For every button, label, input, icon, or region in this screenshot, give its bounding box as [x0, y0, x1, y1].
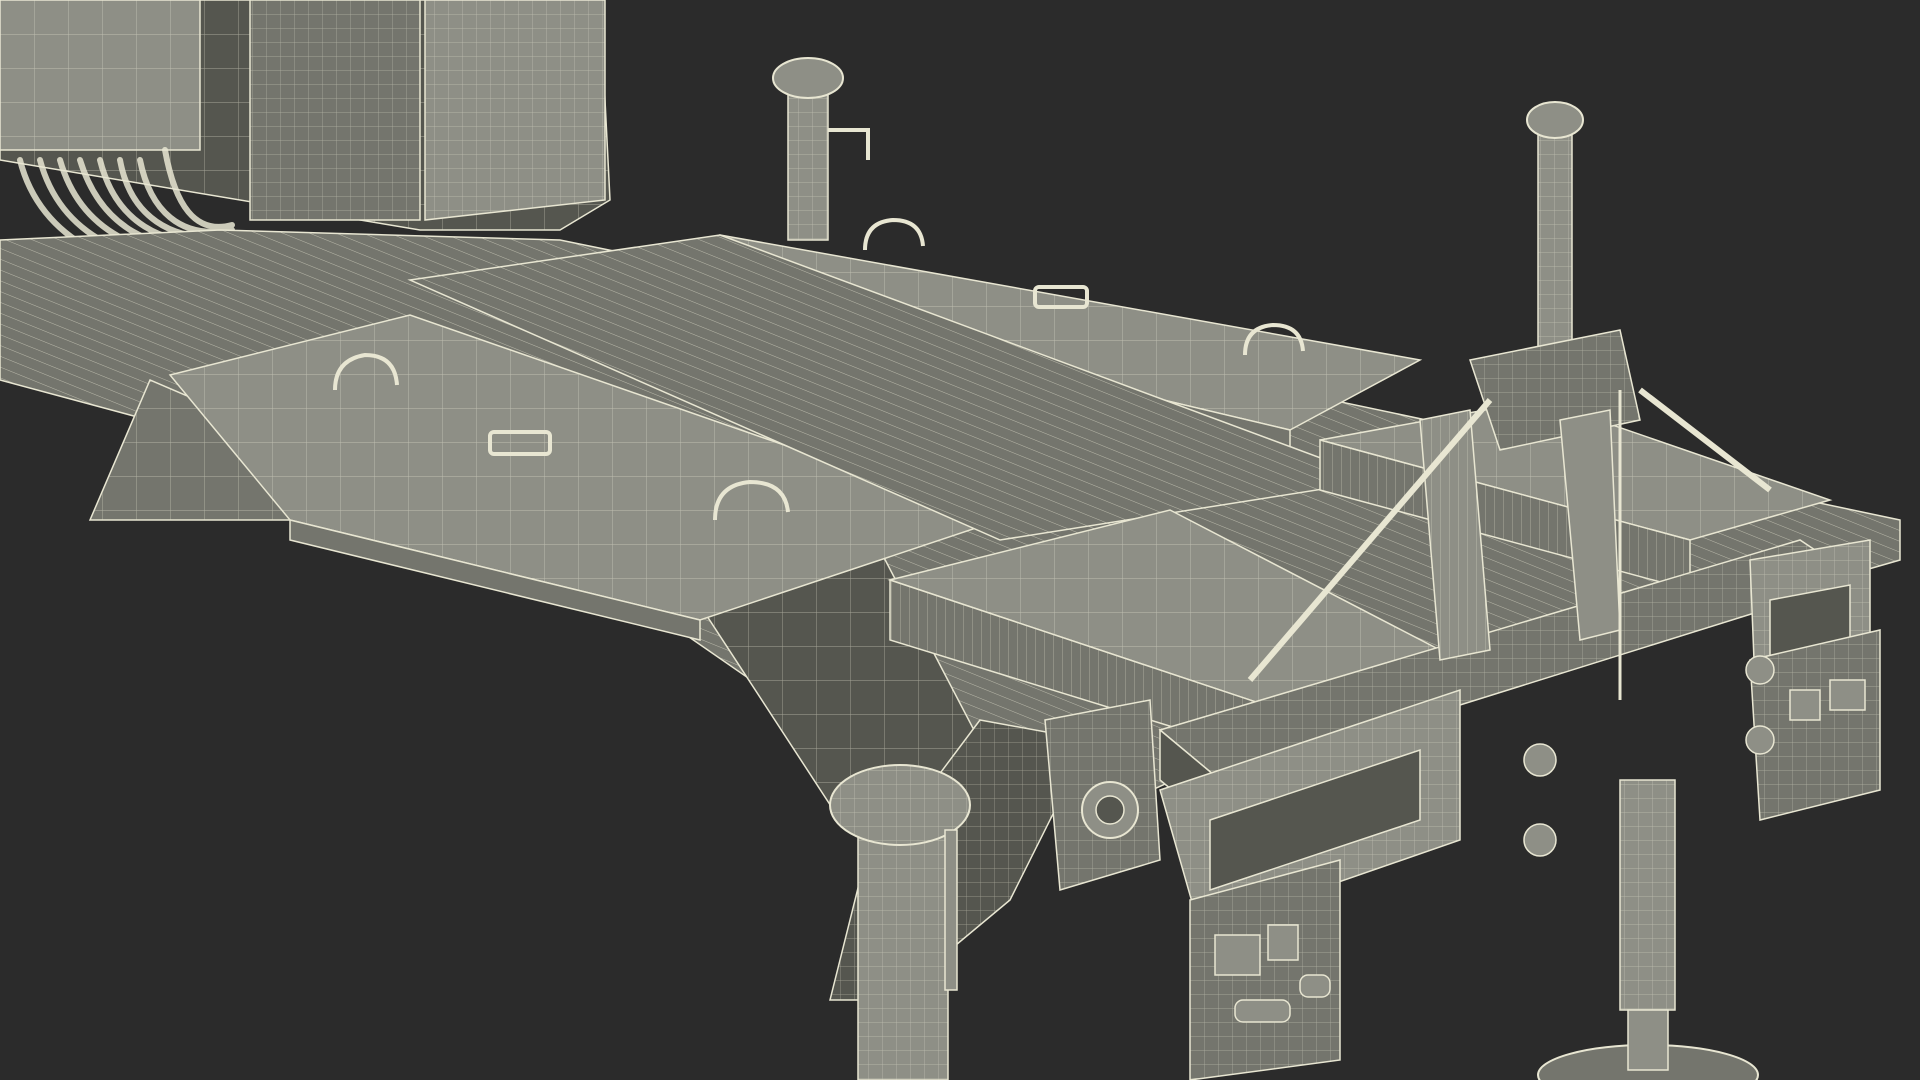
render-viewport: [0, 0, 1920, 1080]
jack-post-right: [1526, 101, 1584, 361]
jack-post-left: [772, 57, 870, 241]
axle-hub-plate: [1044, 699, 1161, 891]
rear-cabinet: [0, 0, 611, 231]
landing-leg-front: [1537, 779, 1759, 1080]
wireframe-render: [0, 0, 1901, 1080]
tail-light-right: [1749, 629, 1881, 821]
